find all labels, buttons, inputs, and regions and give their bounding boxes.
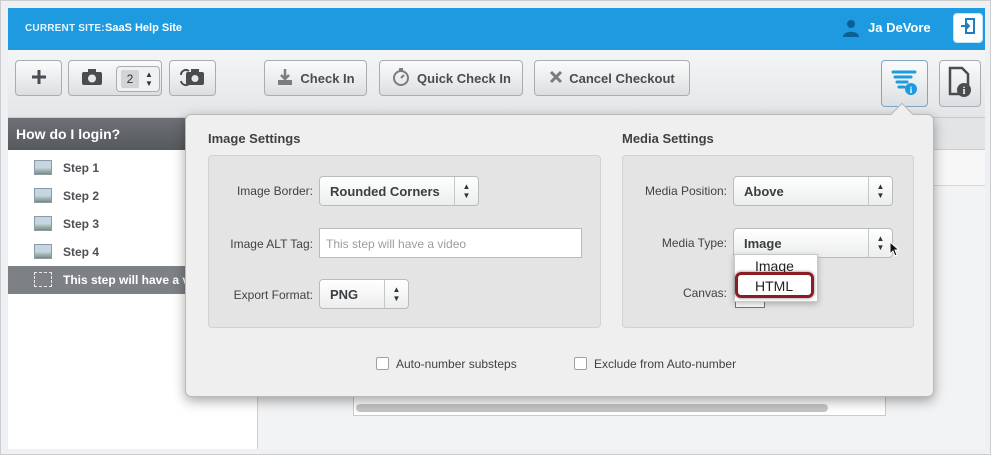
top-bar: CURRENT SITE: SaaS Help Site Ja DeVore: [8, 8, 985, 50]
media-position-value: Above: [744, 184, 784, 199]
export-format-select[interactable]: PNG ▲ ▼: [319, 279, 409, 309]
stopwatch-icon: [391, 67, 411, 90]
check-in-icon: [276, 68, 294, 89]
logout-icon: [960, 17, 976, 39]
select-arrows-icon: ▲ ▼: [868, 177, 892, 205]
page-info-icon: i: [947, 66, 973, 101]
page-info-button[interactable]: i: [939, 60, 981, 107]
media-position-label: Media Position:: [644, 184, 727, 198]
step-settings-popover: Image Settings Image Border: Rounded Cor…: [185, 102, 934, 397]
camera-icon: [81, 68, 103, 89]
stepper-arrows-icon[interactable]: ▲ ▼: [145, 70, 153, 88]
annotation-highlight: [735, 272, 814, 298]
toolbar: 2 ▲ ▼ Check In Quick Check In Cancel Che…: [8, 50, 985, 118]
export-format-value: PNG: [330, 287, 359, 302]
media-settings-group: Media Position: Above ▲ ▼ Media Type: Ima…: [622, 155, 914, 328]
media-settings-title: Media Settings: [622, 131, 714, 146]
auto-number-label: Auto-number substeps: [396, 357, 517, 371]
user-icon: [842, 19, 860, 37]
image-settings-group: Image Border: Rounded Corners ▲ ▼ Image A…: [208, 155, 601, 328]
plus-icon: [30, 68, 48, 89]
horizontal-scrollbar[interactable]: [356, 404, 828, 412]
image-alt-label: Image ALT Tag:: [230, 237, 313, 251]
step-label: Step 3: [63, 217, 100, 231]
canvas-label: Canvas:: [682, 286, 727, 300]
select-arrows-icon: ▲ ▼: [384, 280, 408, 308]
capture-count-stepper[interactable]: 2 ▲ ▼: [116, 66, 160, 92]
step-label: This step will have a v: [63, 273, 190, 287]
current-site-label: CURRENT SITE:: [25, 23, 105, 34]
close-icon: [549, 70, 563, 87]
quick-check-in-button[interactable]: Quick Check In: [379, 60, 523, 96]
quick-check-in-label: Quick Check In: [417, 70, 511, 86]
app-window: CURRENT SITE: SaaS Help Site Ja DeVore 2…: [0, 0, 991, 455]
user-name[interactable]: Ja DeVore: [868, 20, 931, 35]
placeholder-image-icon: [34, 272, 52, 287]
image-alt-input[interactable]: This step will have a video: [319, 228, 582, 258]
image-thumbnail-icon: [34, 216, 52, 231]
step-label: Step 2: [63, 189, 100, 203]
export-format-label: Export Format:: [233, 288, 313, 302]
step-settings-icon: i: [890, 67, 920, 100]
image-settings-title: Image Settings: [208, 131, 301, 146]
step-settings-button[interactable]: i: [881, 60, 928, 107]
step-label: Step 1: [63, 161, 100, 175]
image-thumbnail-icon: [34, 244, 52, 259]
select-arrows-icon: ▲ ▼: [454, 177, 478, 205]
media-position-select[interactable]: Above ▲ ▼: [733, 176, 893, 206]
cancel-checkout-button[interactable]: Cancel Checkout: [534, 60, 690, 96]
camera-swap-icon: [179, 67, 206, 90]
exclude-auto-number-checkbox[interactable]: [574, 357, 587, 370]
check-in-button[interactable]: Check In: [264, 60, 367, 96]
image-border-select[interactable]: Rounded Corners ▲ ▼: [319, 176, 479, 206]
current-site-name[interactable]: SaaS Help Site: [105, 22, 182, 34]
logout-button[interactable]: [953, 13, 983, 43]
recapture-button[interactable]: [169, 60, 216, 96]
image-thumbnail-icon: [34, 188, 52, 203]
check-in-label: Check In: [300, 70, 355, 86]
step-label: Step 4: [63, 245, 100, 259]
image-border-label: Image Border:: [236, 184, 313, 198]
svg-text:i: i: [963, 86, 966, 97]
cancel-checkout-label: Cancel Checkout: [569, 70, 675, 86]
auto-number-checkbox[interactable]: [376, 357, 389, 370]
media-type-value: Image: [744, 236, 782, 251]
image-thumbnail-icon: [34, 160, 52, 175]
image-border-value: Rounded Corners: [330, 184, 440, 199]
capture-count-value[interactable]: 2: [121, 70, 139, 88]
media-type-label: Media Type:: [661, 236, 727, 250]
mouse-cursor-icon: [889, 240, 901, 257]
add-step-button[interactable]: [15, 60, 62, 96]
exclude-auto-number-label: Exclude from Auto-number: [594, 357, 737, 371]
